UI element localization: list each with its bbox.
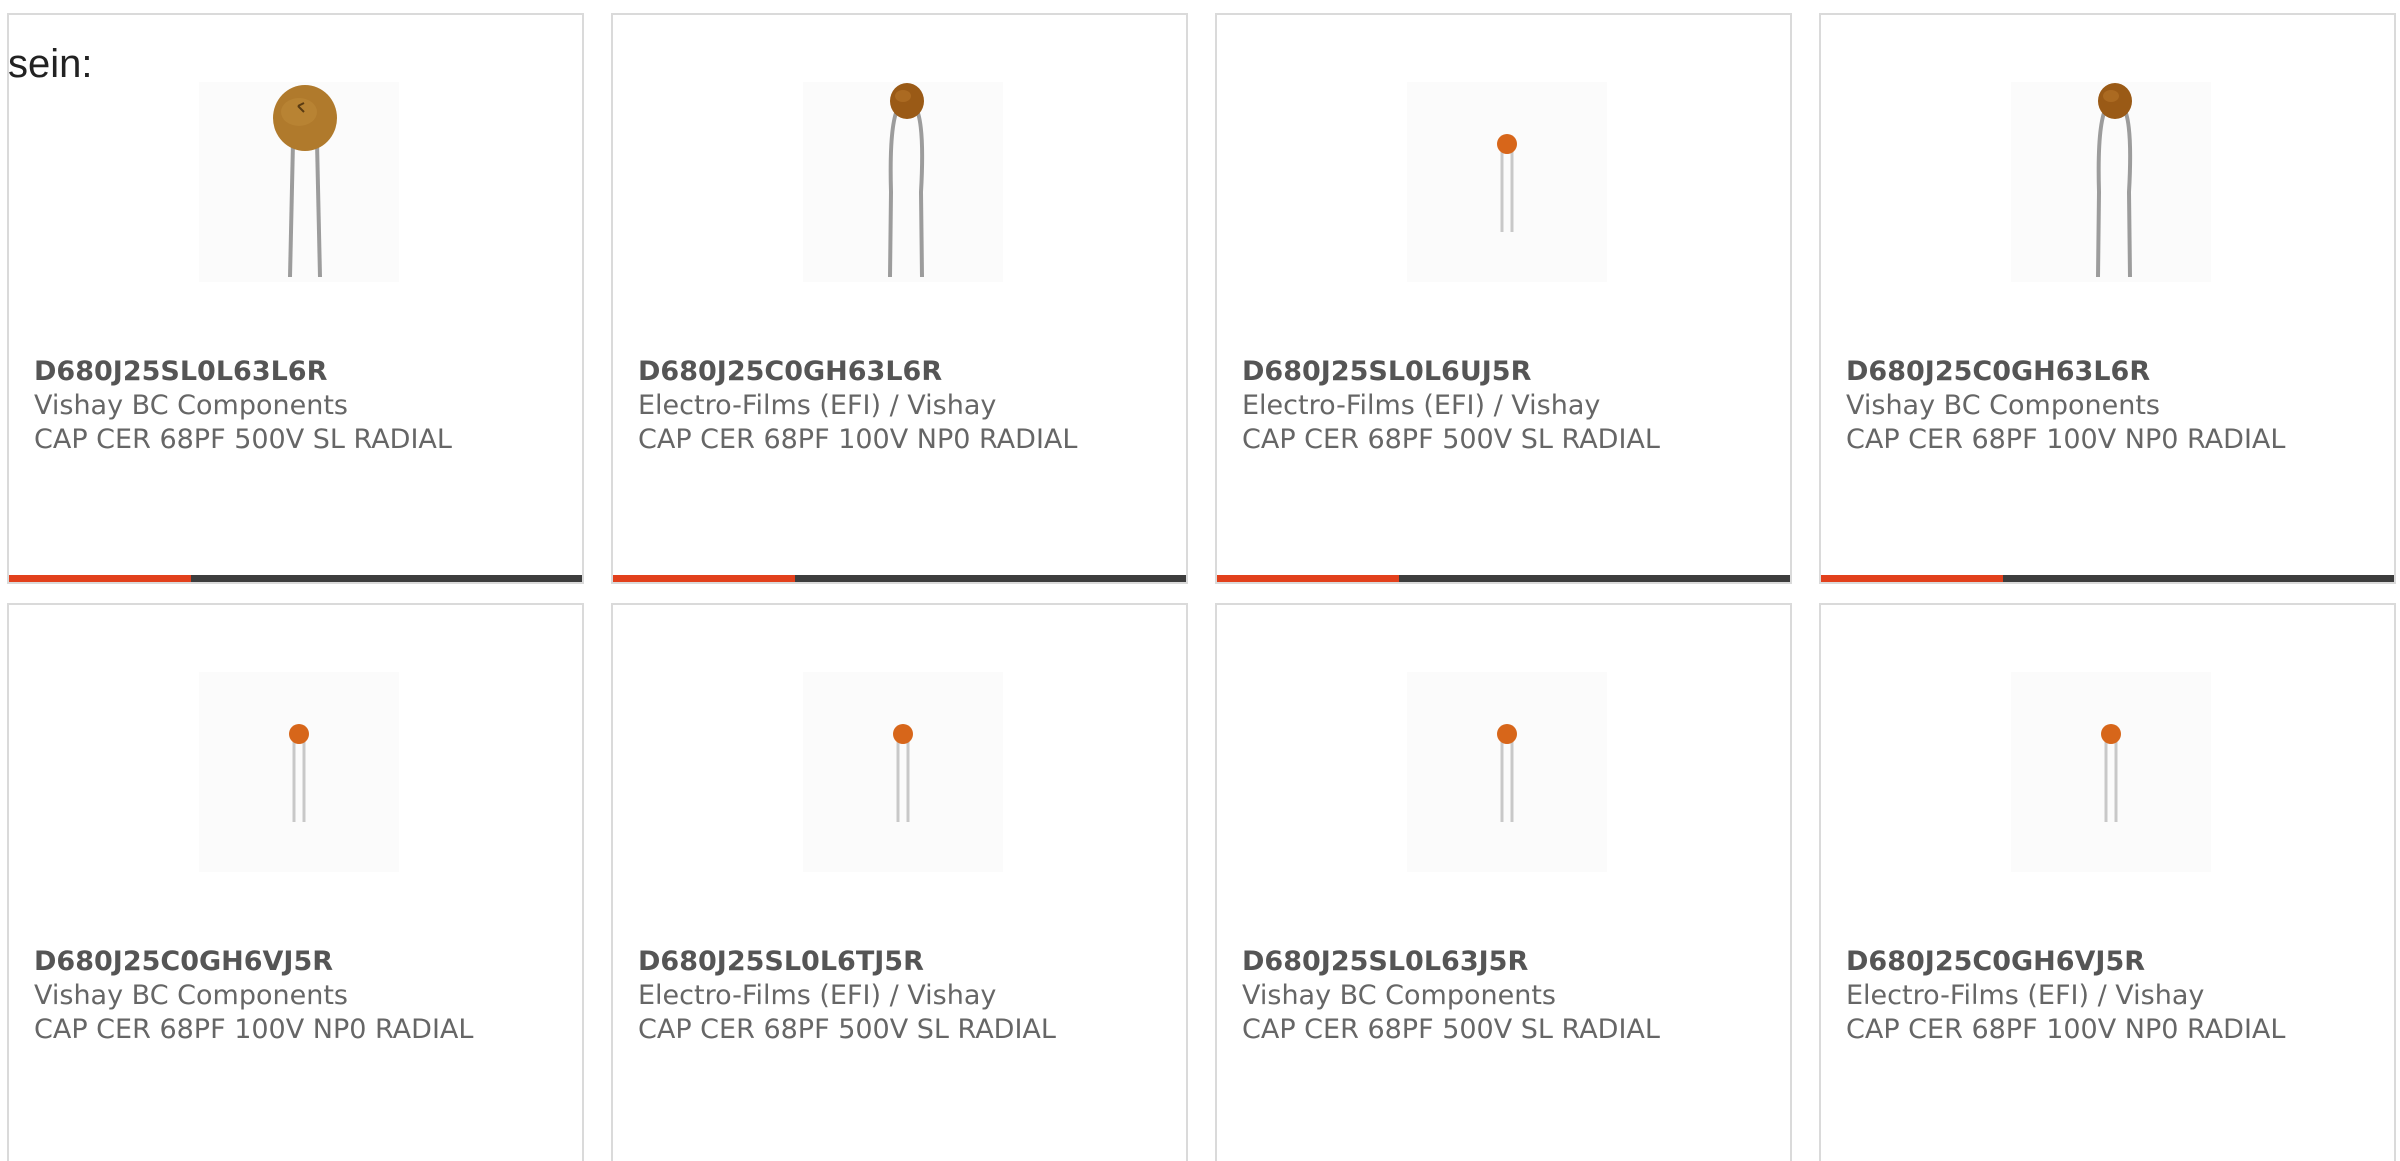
part-number[interactable]: D680J25SL0L63J5R: [1242, 948, 1528, 975]
card-accent-bar-fill: [9, 575, 191, 582]
capacitor-image[interactable]: [199, 82, 399, 282]
description: CAP CER 68PF 500V SL RADIAL: [1242, 424, 1660, 455]
ceramic-disc-capacitor-small-icon: [893, 724, 913, 822]
capacitor-image[interactable]: [803, 82, 1003, 282]
product-card[interactable]: D680J25SL0L6TJ5R Electro-Films (EFI) / V…: [611, 603, 1188, 1161]
product-card[interactable]: D680J25SL0L63L6R Vishay BC Components CA…: [7, 13, 584, 584]
intro-text: sein:: [8, 42, 93, 86]
ceramic-disc-capacitor-small-icon: [2101, 724, 2121, 822]
product-card[interactable]: D680J25C0GH63L6R Electro-Films (EFI) / V…: [611, 13, 1188, 584]
description: CAP CER 68PF 100V NP0 RADIAL: [1846, 424, 2286, 455]
capacitor-image[interactable]: [1407, 672, 1607, 872]
capacitor-image[interactable]: [803, 672, 1003, 872]
part-number[interactable]: D680J25C0GH63L6R: [638, 358, 942, 385]
product-card[interactable]: D680J25SL0L63J5R Vishay BC Components CA…: [1215, 603, 1792, 1161]
ceramic-disc-capacitor-long-leads-icon: [2096, 83, 2133, 278]
description: CAP CER 68PF 500V SL RADIAL: [34, 424, 452, 455]
part-number[interactable]: D680J25SL0L63L6R: [34, 358, 327, 385]
manufacturer: Vishay BC Components: [34, 980, 348, 1011]
part-number[interactable]: D680J25C0GH63L6R: [1846, 358, 2150, 385]
card-accent-bar: [613, 575, 1186, 582]
description: CAP CER 68PF 500V SL RADIAL: [1242, 1014, 1660, 1045]
card-accent-bar: [1217, 575, 1790, 582]
capacitor-image[interactable]: [2011, 82, 2211, 282]
capacitor-image[interactable]: [199, 672, 399, 872]
manufacturer: Electro-Films (EFI) / Vishay: [1242, 390, 1601, 421]
manufacturer: Electro-Films (EFI) / Vishay: [1846, 980, 2205, 1011]
card-accent-bar-fill: [613, 575, 795, 582]
card-accent-bar-fill: [1821, 575, 2003, 582]
card-accent-bar: [9, 575, 582, 582]
manufacturer: Electro-Films (EFI) / Vishay: [638, 390, 997, 421]
description: CAP CER 68PF 100V NP0 RADIAL: [34, 1014, 474, 1045]
description: CAP CER 68PF 500V SL RADIAL: [638, 1014, 1056, 1045]
part-number[interactable]: D680J25SL0L6UJ5R: [1242, 358, 1531, 385]
product-card[interactable]: D680J25C0GH6VJ5R Electro-Films (EFI) / V…: [1819, 603, 2396, 1161]
card-accent-bar-fill: [1217, 575, 1399, 582]
capacitor-image[interactable]: [2011, 672, 2211, 872]
product-card[interactable]: D680J25SL0L6UJ5R Electro-Films (EFI) / V…: [1215, 13, 1792, 584]
description: CAP CER 68PF 100V NP0 RADIAL: [1846, 1014, 2286, 1045]
ceramic-disc-capacitor-small-icon: [289, 724, 309, 822]
ceramic-disc-capacitor-small-icon: [1497, 724, 1517, 822]
product-card[interactable]: D680J25C0GH6VJ5R Vishay BC Components CA…: [7, 603, 584, 1161]
manufacturer: Electro-Films (EFI) / Vishay: [638, 980, 997, 1011]
manufacturer: Vishay BC Components: [34, 390, 348, 421]
description: CAP CER 68PF 100V NP0 RADIAL: [638, 424, 1078, 455]
part-number[interactable]: D680J25SL0L6TJ5R: [638, 948, 924, 975]
ceramic-disc-capacitor-long-leads-icon: [888, 83, 925, 278]
ceramic-disc-capacitor-small-icon: [1497, 134, 1517, 232]
part-number[interactable]: D680J25C0GH6VJ5R: [34, 948, 333, 975]
ceramic-disc-capacitor-large-icon: [273, 85, 337, 278]
card-accent-bar: [1821, 575, 2394, 582]
part-number[interactable]: D680J25C0GH6VJ5R: [1846, 948, 2145, 975]
capacitor-image[interactable]: [1407, 82, 1607, 282]
manufacturer: Vishay BC Components: [1846, 390, 2160, 421]
manufacturer: Vishay BC Components: [1242, 980, 1556, 1011]
product-card[interactable]: D680J25C0GH63L6R Vishay BC Components CA…: [1819, 13, 2396, 584]
product-grid-page: sein: D680J25SL0L63L6R Vishay BC Compone…: [0, 0, 2400, 1161]
